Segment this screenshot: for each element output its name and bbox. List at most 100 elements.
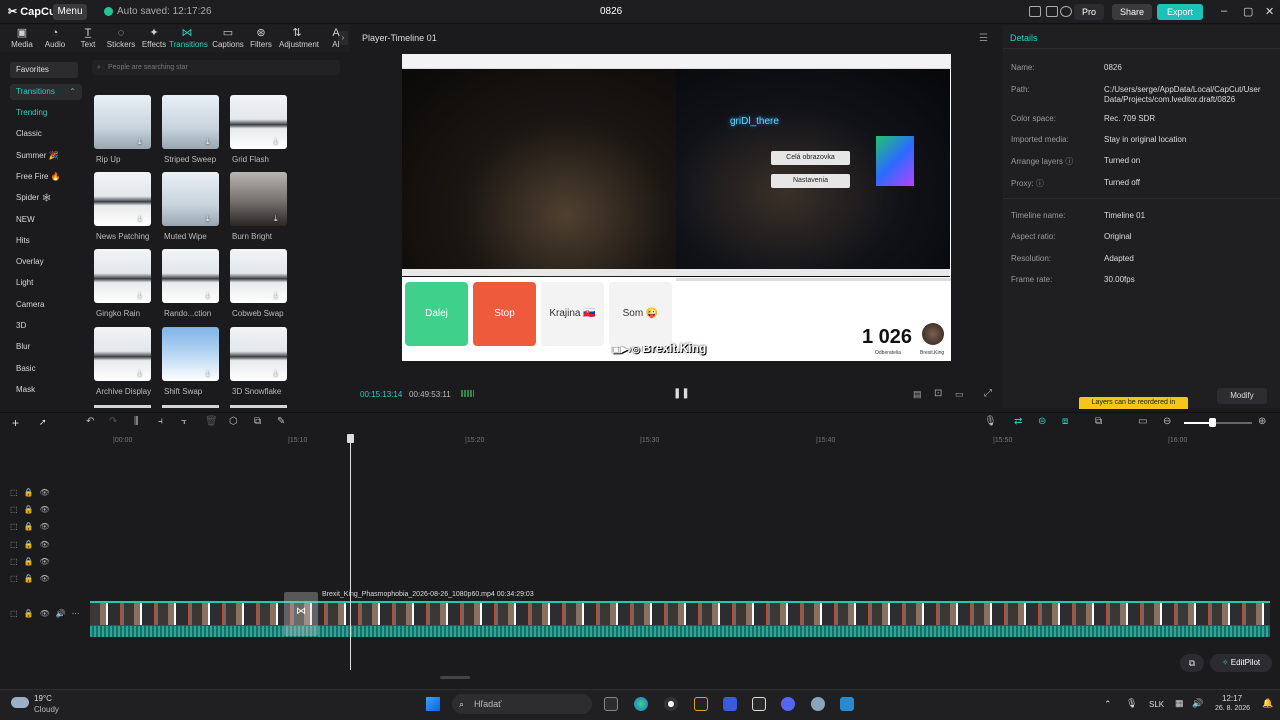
- undo-icon[interactable]: ↶: [86, 416, 94, 427]
- toolbar-effects[interactable]: ✦ Effects: [136, 27, 172, 49]
- download-icon[interactable]: ⤓: [138, 291, 142, 301]
- editpilot-button[interactable]: ✧ EditPilot: [1210, 654, 1272, 672]
- settings-icon[interactable]: [1060, 6, 1072, 17]
- track-controls[interactable]: ⬚🔒👁: [10, 488, 56, 497]
- toolbar-audio[interactable]: ◔ Audio: [37, 27, 73, 49]
- effect-thumbnail[interactable]: [162, 95, 219, 149]
- maximize-icon[interactable]: ▢: [1243, 5, 1253, 18]
- player-menu-icon[interactable]: ☰: [979, 33, 988, 44]
- taskbar-search[interactable]: ⌕ Hľadať: [452, 694, 592, 714]
- quality-icon[interactable]: ▤: [913, 389, 922, 400]
- minimize-icon[interactable]: –: [1221, 5, 1227, 17]
- edge-icon[interactable]: [634, 697, 648, 711]
- capcut-task-icon[interactable]: [752, 697, 766, 711]
- discord-icon[interactable]: [781, 697, 795, 711]
- feedback-icon[interactable]: ⧉: [1180, 654, 1204, 672]
- category-summer[interactable]: Summer 🎉: [16, 151, 58, 160]
- category-blur[interactable]: Blur: [16, 342, 30, 351]
- track-controls[interactable]: ⬚🔒👁: [10, 505, 56, 514]
- effect-thumbnail[interactable]: [94, 327, 151, 381]
- category-new[interactable]: NEW: [16, 215, 35, 224]
- select-tool-icon[interactable]: ➚: [39, 417, 47, 428]
- toolbar-media[interactable]: ▣ Media: [4, 27, 40, 49]
- playhead-handle[interactable]: [347, 434, 354, 443]
- app-icon-yellow[interactable]: [694, 697, 708, 711]
- pro-button[interactable]: Pro: [1074, 4, 1104, 20]
- effect-thumbnail[interactable]: [162, 327, 219, 381]
- effect-thumbnail[interactable]: [162, 172, 219, 226]
- windows-start-icon[interactable]: [426, 697, 440, 711]
- share-button[interactable]: Share: [1112, 4, 1152, 20]
- category-overlay[interactable]: Overlay: [16, 257, 44, 266]
- category-classic[interactable]: Classic: [16, 129, 42, 138]
- clock-time[interactable]: 12:17: [1222, 694, 1242, 703]
- edit-icon[interactable]: ✎: [277, 416, 285, 427]
- effect-thumbnail[interactable]: [162, 249, 219, 303]
- preview-axis-icon[interactable]: ⧈: [1062, 416, 1068, 427]
- link-icon[interactable]: ⇄: [1014, 416, 1022, 427]
- toolbar-captions[interactable]: ▭ Captions: [210, 27, 246, 49]
- category-spider[interactable]: Spider 🕸: [16, 193, 52, 202]
- track-controls[interactable]: ⬚🔒👁: [10, 557, 56, 566]
- category-mask[interactable]: Mask: [16, 385, 35, 394]
- clock-date[interactable]: 26. 8. 2026: [1215, 705, 1250, 712]
- arrange-icon[interactable]: ⧉: [1095, 416, 1102, 427]
- category-light[interactable]: Light: [16, 278, 33, 287]
- caption-icon[interactable]: ▭: [1138, 416, 1147, 427]
- zoom-fit-icon[interactable]: ⊡: [934, 388, 942, 399]
- download-icon[interactable]: ⤓: [138, 369, 142, 379]
- main-track-controls[interactable]: ⬚🔒👁🔊⋯: [10, 609, 86, 618]
- tray-mic-icon[interactable]: 🎙: [1126, 698, 1137, 709]
- crop-icon[interactable]: ⧉: [254, 416, 261, 427]
- layout-icon[interactable]: [1029, 6, 1041, 17]
- toolbar-ai[interactable]: A AI: [318, 27, 354, 49]
- zoom-in-icon[interactable]: ⊕: [1258, 416, 1266, 427]
- download-icon[interactable]: ⤓: [206, 369, 210, 379]
- category-free[interactable]: Free Fire 🔥: [16, 172, 61, 181]
- category-trending[interactable]: Trending: [16, 108, 47, 117]
- effect-thumbnail[interactable]: [230, 249, 287, 303]
- toolbar-stickers[interactable]: ◌ Stickers: [103, 27, 139, 49]
- timeline-ruler[interactable]: [90, 434, 1280, 448]
- redo-icon[interactable]: ↷: [109, 416, 117, 427]
- effect-thumbnail[interactable]: [94, 249, 151, 303]
- photos-icon[interactable]: [840, 697, 854, 711]
- vscode-icon[interactable]: [723, 697, 737, 711]
- track-controls[interactable]: ⬚🔒👁: [10, 574, 56, 583]
- split-icon[interactable]: ⫼: [134, 416, 139, 427]
- effect-thumbnail[interactable]: [94, 172, 151, 226]
- toolbar-adjustment[interactable]: ⇅ Adjustment: [279, 27, 319, 49]
- split-right-icon[interactable]: ⫟: [181, 416, 187, 427]
- snap-icon[interactable]: ⊜: [1038, 416, 1046, 427]
- close-icon[interactable]: ✕: [1265, 5, 1274, 18]
- category-3d[interactable]: 3D: [16, 321, 26, 330]
- modify-button[interactable]: Modify: [1217, 388, 1267, 404]
- task-view-icon[interactable]: [604, 697, 618, 711]
- download-icon[interactable]: ⤓: [274, 369, 278, 379]
- zoom-slider-handle[interactable]: [1209, 418, 1216, 427]
- search-input[interactable]: ⌕ People are searching star: [92, 60, 340, 75]
- download-icon[interactable]: ⤓: [274, 137, 278, 147]
- download-icon[interactable]: ⤓: [274, 214, 278, 224]
- download-icon[interactable]: ⤓: [206, 214, 210, 224]
- track-controls[interactable]: ⬚🔒👁: [10, 540, 56, 549]
- toolbar-transitions[interactable]: ⋈ Transitions: [169, 27, 208, 49]
- category-favorites[interactable]: Favorites: [10, 62, 78, 78]
- effect-thumbnail[interactable]: [230, 327, 287, 381]
- tray-chevron-icon[interactable]: ⌃: [1104, 699, 1112, 710]
- zoom-out-icon[interactable]: ⊖: [1163, 416, 1171, 427]
- microphone-icon[interactable]: 🎙: [984, 416, 997, 427]
- timeline-scrollbar[interactable]: [440, 676, 470, 679]
- export-button[interactable]: Export: [1157, 4, 1203, 20]
- effect-thumbnail[interactable]: [230, 172, 287, 226]
- download-icon[interactable]: ⤓: [206, 291, 210, 301]
- language-indicator[interactable]: SLK: [1149, 700, 1164, 709]
- category-hits[interactable]: Hits: [16, 236, 30, 245]
- github-icon[interactable]: [664, 697, 678, 711]
- effect-thumbnail[interactable]: [230, 95, 287, 149]
- menu-button[interactable]: Menu: [53, 4, 87, 20]
- delete-icon[interactable]: 🗑: [205, 416, 218, 427]
- network-icon[interactable]: ▦: [1175, 698, 1184, 709]
- effect-thumbnail[interactable]: [94, 95, 151, 149]
- download-icon[interactable]: ⤓: [138, 214, 142, 224]
